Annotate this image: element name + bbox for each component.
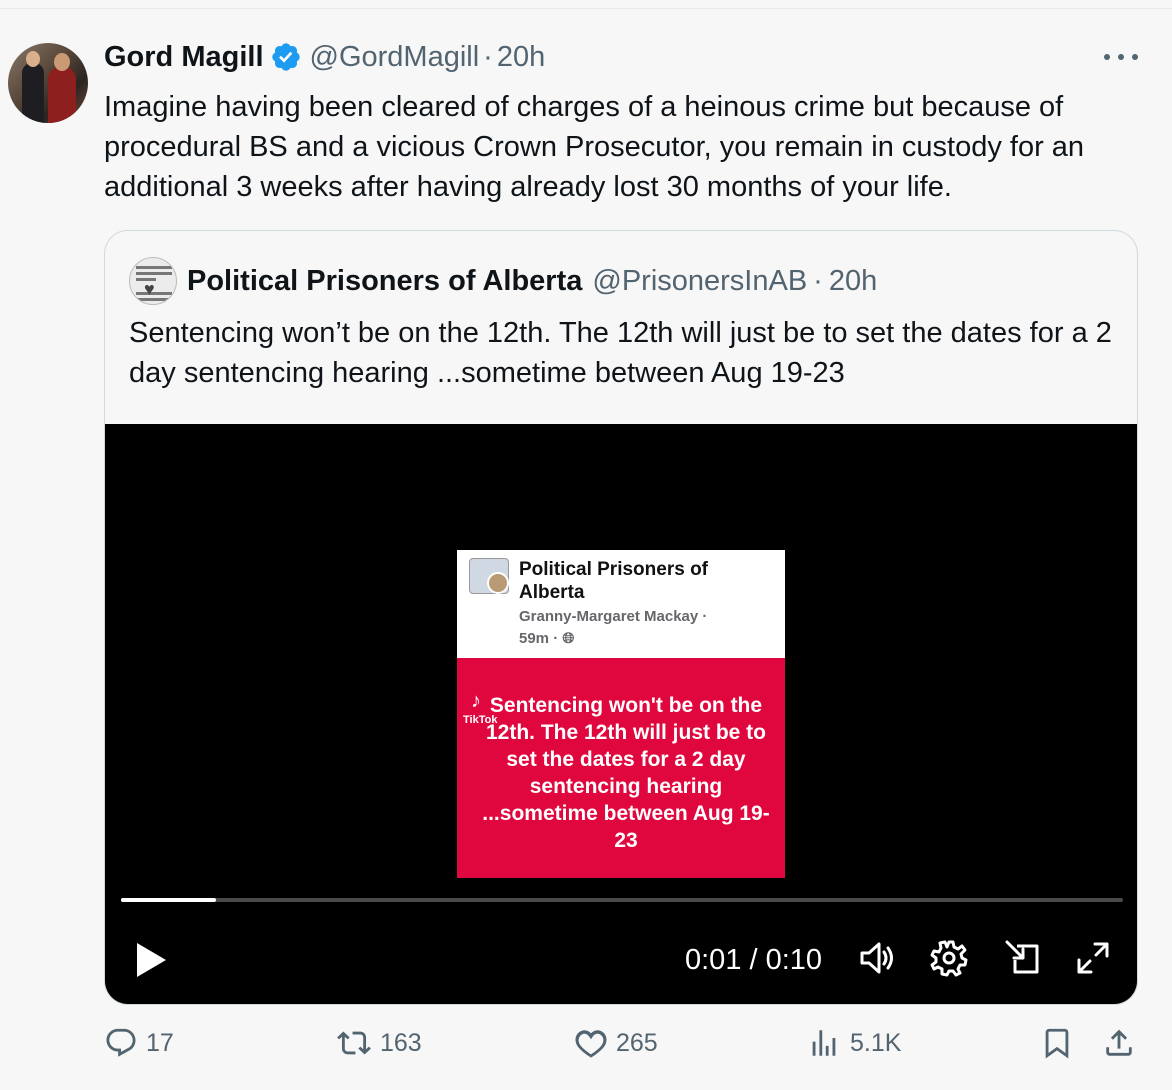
video-progress-fill — [121, 898, 217, 902]
separator-dot: · — [813, 264, 823, 297]
frame-post-header: Political Prisoners of Alberta Granny-Ma… — [457, 550, 785, 658]
fullscreen-icon[interactable] — [1073, 938, 1113, 978]
frame-subtitle: Granny-Margaret Mackay · — [519, 608, 708, 625]
reply-icon — [106, 1028, 136, 1057]
bookmark-icon — [1045, 1028, 1069, 1059]
author-name[interactable]: Gord Magill — [104, 41, 264, 74]
tweet-text: Imagine having been cleared of charges o… — [104, 91, 1085, 203]
like-count: 265 — [616, 1028, 658, 1057]
reply-button[interactable]: 17 — [104, 1020, 174, 1066]
video-player[interactable]: Political Prisoners of Alberta Granny-Ma… — [105, 424, 1137, 1004]
quoted-author-name[interactable]: Political Prisoners of Alberta — [187, 265, 582, 298]
volume-icon[interactable] — [857, 938, 897, 978]
frame-message: Sentencing won't be on the 12th. The 12t… — [482, 694, 770, 852]
like-button[interactable]: 265 — [574, 1020, 658, 1066]
share-button[interactable] — [1102, 1020, 1144, 1066]
views-icon — [812, 1030, 836, 1056]
quoted-author-avatar[interactable]: ♥ — [129, 257, 177, 305]
video-frame: Political Prisoners of Alberta Granny-Ma… — [457, 550, 785, 878]
frame-time: 59m · 🌐︎ — [519, 630, 575, 647]
tweet-time[interactable]: 20h — [497, 41, 545, 74]
tweet: Gord Magill @GordMagill · 20h Imagine ha… — [0, 8, 1172, 1086]
more-options-icon[interactable] — [1104, 49, 1138, 65]
bookmark-button[interactable] — [1040, 1020, 1082, 1066]
play-icon[interactable] — [133, 940, 169, 980]
frame-message-card: ♪ TikTok Sentencing won't be on the 12th… — [457, 658, 785, 878]
repost-count: 163 — [380, 1028, 422, 1057]
verified-badge-icon — [271, 43, 300, 71]
separator-dot: · — [483, 40, 493, 73]
globe-icon: 🌐︎ — [562, 630, 575, 647]
quoted-tweet[interactable]: ♥ Political Prisoners of Alberta @Prison… — [104, 230, 1138, 1005]
video-progress-bar[interactable] — [121, 898, 1123, 902]
video-timecode: 0:01 / 0:10 — [685, 944, 823, 976]
settings-gear-icon[interactable] — [929, 938, 969, 978]
views-button[interactable]: 5.1K — [806, 1020, 901, 1066]
author-handle[interactable]: @GordMagill — [310, 41, 480, 74]
picture-in-picture-icon[interactable] — [1003, 938, 1043, 978]
heart-icon — [575, 1030, 607, 1058]
share-icon — [1106, 1029, 1132, 1056]
quoted-tweet-text: Sentencing won’t be on the 12th. The 12t… — [129, 317, 1112, 389]
reply-count: 17 — [146, 1028, 174, 1057]
quoted-tweet-time[interactable]: 20h — [829, 265, 877, 298]
tiktok-logo-icon: ♪ — [471, 690, 481, 712]
tweet-header: Gord Magill @GordMagill · 20h — [104, 37, 545, 77]
repost-icon — [337, 1031, 371, 1055]
author-avatar[interactable] — [8, 43, 88, 123]
tweet-actions-bar: 17 163 265 5.1K — [0, 1020, 1172, 1066]
quoted-tweet-header: Political Prisoners of Alberta @Prisoner… — [187, 261, 877, 301]
quoted-author-handle[interactable]: @PrisonersInAB — [592, 265, 807, 298]
repost-button[interactable]: 163 — [336, 1020, 422, 1066]
frame-title: Political Prisoners of Alberta — [519, 559, 708, 603]
frame-user-thumbnail — [487, 572, 509, 594]
view-count: 5.1K — [850, 1028, 902, 1057]
